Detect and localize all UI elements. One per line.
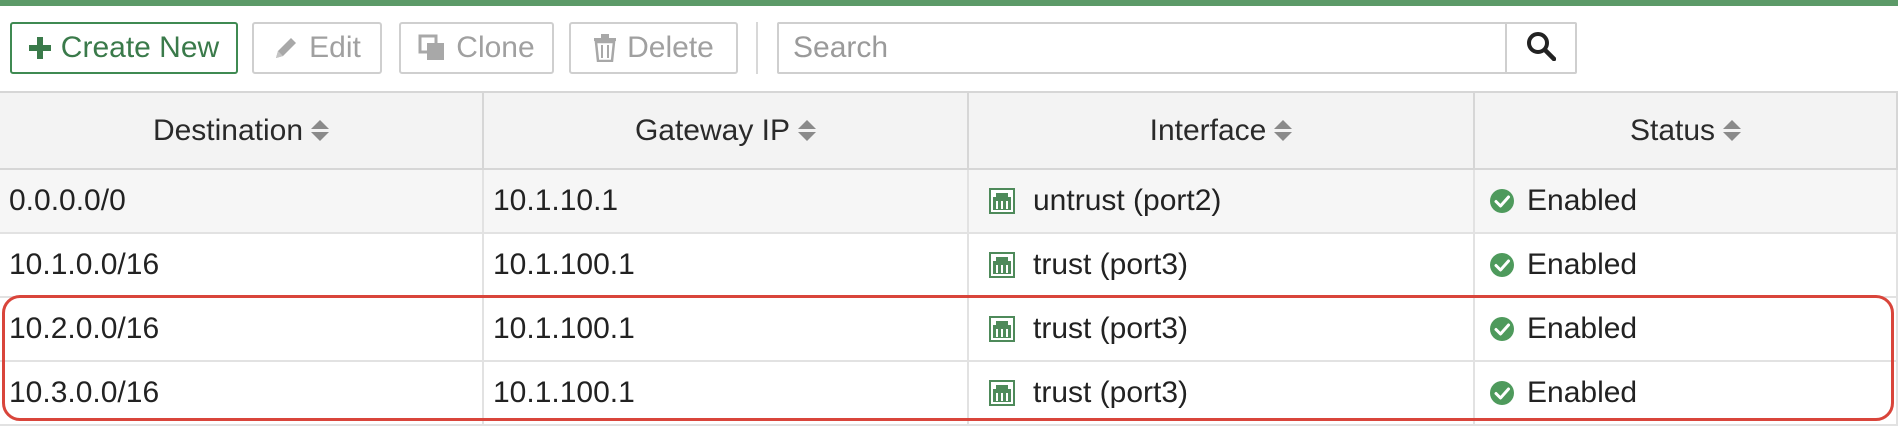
delete-button[interactable]: Delete bbox=[569, 22, 738, 74]
status-cell: Enabled bbox=[1475, 298, 1898, 360]
clone-label: Clone bbox=[456, 31, 535, 64]
edit-button[interactable]: Edit bbox=[252, 22, 382, 74]
table-row[interactable]: 10.3.0.0/16 10.1.100.1 trust (port3) Ena… bbox=[0, 362, 1898, 426]
toolbar: Create New Edit Clone Delete bbox=[0, 6, 1898, 91]
status-label: Enabled bbox=[1527, 248, 1638, 281]
ethernet-port-icon bbox=[989, 380, 1015, 406]
create-new-button[interactable]: Create New bbox=[10, 22, 238, 74]
column-header-label: Destination bbox=[152, 113, 304, 147]
clone-icon bbox=[418, 34, 446, 62]
interface-cell: trust (port3) bbox=[969, 298, 1475, 360]
gateway-cell: 10.1.100.1 bbox=[484, 234, 969, 296]
ethernet-port-icon bbox=[989, 252, 1015, 278]
destination-cell: 10.1.0.0/16 bbox=[0, 234, 484, 296]
ethernet-port-icon bbox=[989, 316, 1015, 342]
interface-cell: untrust (port2) bbox=[969, 170, 1475, 232]
table-row[interactable]: 10.2.0.0/16 10.1.100.1 trust (port3) Ena… bbox=[0, 298, 1898, 362]
status-label: Enabled bbox=[1527, 312, 1638, 345]
check-circle-icon bbox=[1489, 252, 1515, 278]
status-label: Enabled bbox=[1527, 184, 1638, 217]
gateway-cell: 10.1.100.1 bbox=[484, 362, 969, 424]
check-circle-icon bbox=[1489, 188, 1515, 214]
column-header-label: Status bbox=[1629, 113, 1716, 147]
search-box bbox=[777, 22, 1577, 74]
interface-cell: trust (port3) bbox=[969, 362, 1475, 424]
destination-cell: 10.2.0.0/16 bbox=[0, 298, 484, 360]
column-header-status[interactable]: Status bbox=[1475, 93, 1898, 168]
check-circle-icon bbox=[1489, 380, 1515, 406]
status-cell: Enabled bbox=[1475, 170, 1898, 232]
interface-label: trust (port3) bbox=[1033, 312, 1189, 345]
destination-cell: 10.3.0.0/16 bbox=[0, 362, 484, 424]
interface-label: trust (port3) bbox=[1033, 376, 1189, 409]
table-row[interactable]: 0.0.0.0/0 10.1.10.1 untrust (port2) Enab… bbox=[0, 170, 1898, 234]
sort-icon bbox=[1274, 120, 1293, 141]
status-cell: Enabled bbox=[1475, 362, 1898, 424]
edit-label: Edit bbox=[309, 31, 361, 64]
search-icon bbox=[1526, 31, 1557, 66]
interface-cell: trust (port3) bbox=[969, 234, 1475, 296]
column-header-destination[interactable]: Destination bbox=[0, 93, 484, 168]
status-cell: Enabled bbox=[1475, 234, 1898, 296]
gateway-cell: 10.1.10.1 bbox=[484, 170, 969, 232]
pencil-icon bbox=[273, 35, 299, 61]
column-header-label: Interface bbox=[1149, 113, 1267, 147]
clone-button[interactable]: Clone bbox=[399, 22, 554, 74]
routes-table: Destination Gateway IP Interface Status … bbox=[0, 91, 1898, 426]
search-button[interactable] bbox=[1505, 24, 1575, 72]
sort-icon bbox=[798, 120, 817, 141]
interface-label: untrust (port2) bbox=[1033, 184, 1222, 217]
destination-cell: 0.0.0.0/0 bbox=[0, 170, 484, 232]
column-header-gateway-ip[interactable]: Gateway IP bbox=[484, 93, 969, 168]
create-new-label: Create New bbox=[60, 31, 220, 64]
interface-label: trust (port3) bbox=[1033, 248, 1189, 281]
check-circle-icon bbox=[1489, 316, 1515, 342]
column-header-interface[interactable]: Interface bbox=[969, 93, 1475, 168]
trash-icon bbox=[593, 34, 617, 62]
table-row[interactable]: 10.1.0.0/16 10.1.100.1 trust (port3) Ena… bbox=[0, 234, 1898, 298]
delete-label: Delete bbox=[627, 31, 714, 64]
plus-icon bbox=[28, 37, 51, 59]
gateway-cell: 10.1.100.1 bbox=[484, 298, 969, 360]
ethernet-port-icon bbox=[989, 188, 1015, 214]
table-header: Destination Gateway IP Interface Status bbox=[0, 91, 1898, 170]
column-header-label: Gateway IP bbox=[634, 113, 791, 147]
toolbar-divider bbox=[756, 22, 758, 74]
sort-icon bbox=[311, 120, 330, 141]
search-input[interactable] bbox=[779, 24, 1505, 72]
sort-icon bbox=[1723, 120, 1742, 141]
status-label: Enabled bbox=[1527, 376, 1638, 409]
